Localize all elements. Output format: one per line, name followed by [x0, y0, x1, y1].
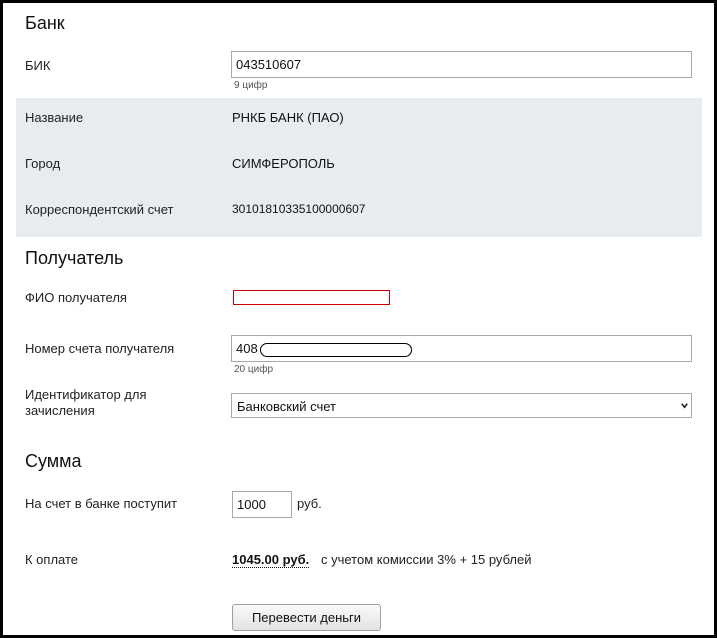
- identifier-select[interactable]: Банковский счет: [231, 393, 692, 418]
- account-label: Номер счета получателя: [25, 341, 175, 356]
- identifier-label-line1: Идентификатор для: [25, 387, 147, 402]
- bik-label: БИК: [25, 58, 51, 73]
- bank-city-label: Город: [25, 156, 61, 171]
- bank-section-title: Банк: [25, 13, 65, 33]
- bik-input[interactable]: [231, 51, 692, 78]
- fio-label: ФИО получателя: [25, 290, 127, 305]
- bank-name-label: Название: [25, 110, 84, 125]
- redaction-mark: [260, 343, 412, 357]
- received-amount-label: На счет в банке поступит: [25, 496, 178, 511]
- bank-name-value: РНКБ БАНК (ПАО): [232, 110, 344, 125]
- sum-section-title: Сумма: [25, 451, 82, 471]
- corr-account-label: Корреспондентский счет: [25, 202, 174, 217]
- transfer-money-button[interactable]: Перевести деньги: [232, 604, 381, 631]
- to-pay-label: К оплате: [25, 552, 79, 567]
- account-prefix: 408: [236, 341, 258, 356]
- commission-note: с учетом комиссии 3% + 15 рублей: [321, 552, 532, 567]
- identifier-selected-value: Банковский счет: [237, 399, 336, 414]
- bank-city-value: СИМФЕРОПОЛЬ: [232, 156, 335, 171]
- to-pay-amount: 1045.00 руб.: [232, 552, 310, 568]
- recipient-section-title: Получатель: [25, 248, 124, 268]
- account-input[interactable]: 408: [231, 335, 692, 362]
- bik-hint: 9 цифр: [234, 80, 268, 91]
- chevron-down-icon: [681, 403, 688, 409]
- fio-input[interactable]: [233, 290, 390, 305]
- payment-form: Банк БИК 9 цифр Название РНКБ БАНК (ПАО)…: [0, 0, 717, 638]
- corr-account-value: 30101810335100000607: [232, 202, 366, 216]
- account-hint: 20 цифр: [234, 364, 274, 375]
- identifier-label-line2: зачисления: [25, 403, 95, 418]
- identifier-label: Идентификатор для зачисления: [25, 387, 147, 419]
- currency-label: руб.: [297, 496, 322, 511]
- amount-input[interactable]: [232, 491, 292, 518]
